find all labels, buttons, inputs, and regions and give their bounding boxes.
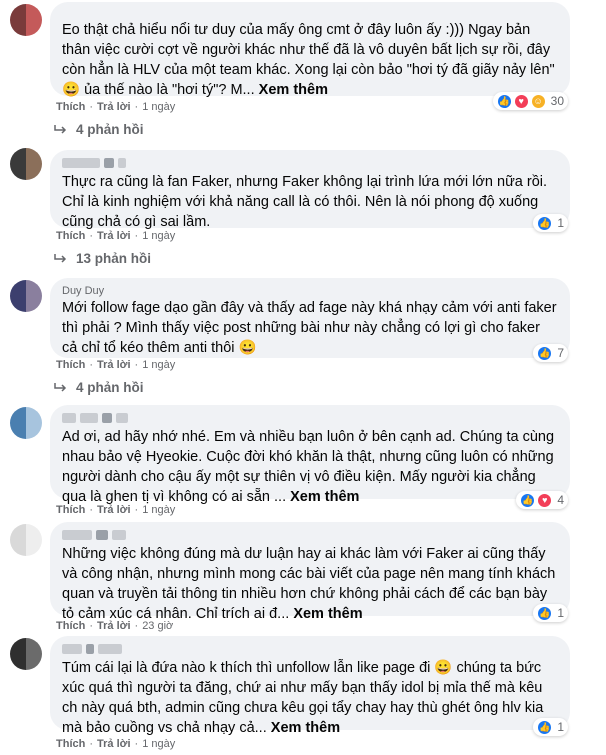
- comment-time[interactable]: 1 ngày: [142, 101, 175, 113]
- comment-time[interactable]: 1 ngày: [142, 359, 175, 371]
- reaction-summary[interactable]: 👍 1: [533, 718, 568, 736]
- love-reaction-icon: ♥: [513, 93, 529, 109]
- like-reaction-icon: 👍: [537, 345, 553, 361]
- replies-count: 4 phản hồi: [76, 380, 144, 395]
- reply-button[interactable]: Trả lời: [97, 620, 131, 632]
- comment-actions: Thích · Trả lời · 1 ngày: [56, 504, 176, 516]
- comment-time[interactable]: 1 ngày: [142, 738, 175, 750]
- reaction-summary[interactable]: 👍 1: [533, 214, 568, 232]
- comment-bubble: Duy Duy Mới follow fage dạo gần đây và t…: [50, 278, 570, 362]
- reply-button[interactable]: Trả lời: [97, 504, 131, 516]
- comment-author[interactable]: [62, 411, 558, 425]
- avatar[interactable]: [10, 407, 42, 439]
- comment-text: Mới follow fage dạo gần đây và thấy ad f…: [62, 300, 557, 356]
- comment-actions: Thích · Trả lời · 1 ngày: [56, 738, 176, 750]
- comment-time[interactable]: 1 ngày: [142, 504, 175, 516]
- reply-arrow-icon: [54, 124, 67, 134]
- reaction-count: 7: [557, 346, 564, 360]
- comment-text: Những việc không đúng mà dư luận hay ai …: [62, 546, 556, 622]
- reaction-count: 4: [557, 493, 564, 507]
- comment-bubble: Eo thật chả hiểu nổi tư duy của mấy ông …: [50, 2, 570, 110]
- reaction-count: 1: [557, 216, 564, 230]
- comment-text: Ad ơi, ad hãy nhớ nhé. Em và nhiều bạn l…: [62, 429, 555, 505]
- comment-bubble: Những việc không đúng mà dư luận hay ai …: [50, 522, 570, 622]
- comment-actions: Thích · Trả lời · 1 ngày: [56, 230, 176, 242]
- like-button[interactable]: Thích: [56, 359, 85, 371]
- like-reaction-icon: 👍: [496, 93, 512, 109]
- comment-author[interactable]: Duy Duy: [62, 284, 558, 298]
- comment-bubble: Thực ra cũng là fan Faker, nhưng Faker k…: [50, 150, 570, 232]
- comment-actions: Thích · Trả lời · 23 giờ: [56, 620, 174, 632]
- comment-text: Túm cái lại là đứa nào k thích thì unfol…: [62, 660, 544, 736]
- like-button[interactable]: Thích: [56, 230, 85, 242]
- see-more-link[interactable]: Xem thêm: [290, 489, 359, 505]
- avatar[interactable]: [10, 280, 42, 312]
- reaction-count: 30: [550, 94, 564, 108]
- replies-count: 4 phản hồi: [76, 122, 144, 137]
- reaction-count: 1: [557, 606, 564, 620]
- comment-author[interactable]: [62, 528, 558, 542]
- like-button[interactable]: Thích: [56, 504, 85, 516]
- view-replies-button[interactable]: 4 phản hồi: [54, 122, 144, 137]
- reply-button[interactable]: Trả lời: [97, 230, 131, 242]
- like-reaction-icon: 👍: [520, 492, 536, 508]
- reaction-summary[interactable]: 👍 7: [533, 344, 568, 362]
- comment-bubble: Ad ơi, ad hãy nhớ nhé. Em và nhiều bạn l…: [50, 405, 570, 509]
- like-button[interactable]: Thích: [56, 738, 85, 750]
- replies-count: 13 phản hồi: [76, 251, 152, 266]
- reply-button[interactable]: Trả lời: [97, 101, 131, 113]
- like-button[interactable]: Thích: [56, 620, 85, 632]
- comment-text: Thực ra cũng là fan Faker, nhưng Faker k…: [62, 174, 548, 230]
- comment-author[interactable]: [62, 156, 558, 170]
- avatar[interactable]: [10, 148, 42, 180]
- comment-time[interactable]: 1 ngày: [142, 230, 175, 242]
- view-replies-button[interactable]: 4 phản hồi: [54, 380, 144, 395]
- reply-arrow-icon: [54, 253, 67, 263]
- love-reaction-icon: ♥: [537, 492, 553, 508]
- comment-time[interactable]: 23 giờ: [142, 620, 173, 632]
- avatar[interactable]: [10, 638, 42, 670]
- comment-actions: Thích · Trả lời · 1 ngày: [56, 101, 176, 113]
- see-more-link[interactable]: Xem thêm: [293, 606, 362, 622]
- like-reaction-icon: 👍: [537, 215, 553, 231]
- see-more-link[interactable]: Xem thêm: [271, 720, 340, 736]
- reaction-summary[interactable]: 👍 ♥ ☺ 30: [492, 92, 568, 110]
- see-more-link[interactable]: Xem thêm: [259, 82, 328, 98]
- reply-arrow-icon: [54, 382, 67, 392]
- avatar[interactable]: [10, 524, 42, 556]
- like-reaction-icon: 👍: [537, 605, 553, 621]
- comment-text: Eo thật chả hiểu nổi tư duy của mấy ông …: [62, 22, 555, 98]
- comment-actions: Thích · Trả lời · 1 ngày: [56, 359, 176, 371]
- reply-button[interactable]: Trả lời: [97, 738, 131, 750]
- avatar[interactable]: [10, 4, 42, 36]
- reaction-summary[interactable]: 👍 1: [533, 604, 568, 622]
- comment-author[interactable]: [62, 642, 558, 656]
- reaction-summary[interactable]: 👍 ♥ 4: [516, 491, 568, 509]
- view-replies-button[interactable]: 13 phản hồi: [54, 251, 151, 266]
- reaction-count: 1: [557, 720, 564, 734]
- like-reaction-icon: 👍: [537, 719, 553, 735]
- reply-button[interactable]: Trả lời: [97, 359, 131, 371]
- like-button[interactable]: Thích: [56, 101, 85, 113]
- haha-reaction-icon: ☺: [530, 93, 546, 109]
- comment-bubble: Túm cái lại là đứa nào k thích thì unfol…: [50, 636, 570, 736]
